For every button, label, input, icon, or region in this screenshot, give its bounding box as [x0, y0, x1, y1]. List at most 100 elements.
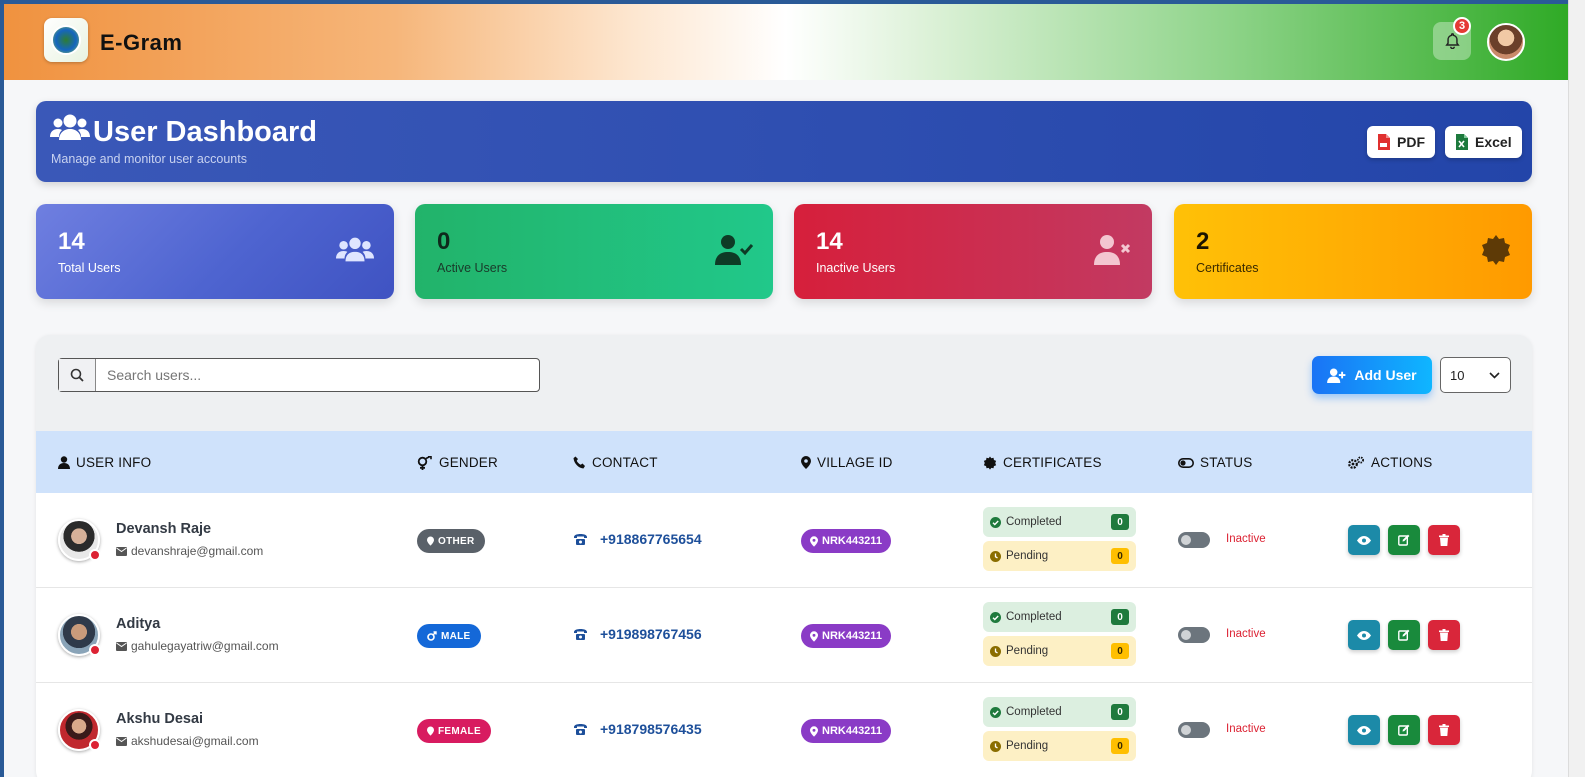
- phone-icon: [573, 456, 585, 469]
- map-pin-icon: [801, 456, 811, 469]
- gender-badge: MALE: [417, 624, 481, 648]
- contact-number: +918867765654: [600, 531, 702, 547]
- view-button[interactable]: [1348, 525, 1380, 555]
- clock-icon: [990, 740, 1001, 752]
- user-email: gahulegayatriw@gmail.com: [131, 639, 279, 653]
- edit-button[interactable]: [1388, 525, 1420, 555]
- view-button[interactable]: [1348, 620, 1380, 650]
- users-table-card: Add User 10 USER INFO GENDER CONTACT VIL…: [36, 335, 1532, 777]
- gender-icon: [417, 455, 432, 470]
- user-name[interactable]: Akshu Desai: [116, 711, 203, 727]
- window-scrollbar[interactable]: [1568, 0, 1585, 777]
- status-label: Inactive: [1226, 533, 1266, 545]
- pending-label: Pending: [1006, 740, 1049, 752]
- column-header-user-info[interactable]: USER INFO: [58, 455, 151, 470]
- column-header-contact[interactable]: CONTACT: [573, 455, 658, 470]
- user-name[interactable]: Aditya: [116, 616, 160, 632]
- trash-icon: [1439, 534, 1449, 546]
- edit-icon: [1398, 724, 1410, 736]
- status-toggle[interactable]: [1178, 532, 1210, 548]
- male-symbol-icon: [427, 631, 437, 641]
- contact-link[interactable]: +919898767456: [573, 626, 702, 642]
- user-email-line: devanshraje@gmail.com: [116, 544, 263, 558]
- status-toggle[interactable]: [1178, 627, 1210, 643]
- contact-link[interactable]: +918798576435: [573, 721, 702, 737]
- column-label: VILLAGE ID: [817, 455, 893, 470]
- notification-badge: 3: [1453, 17, 1471, 35]
- user-check-icon: [715, 235, 753, 265]
- contact-link[interactable]: +918867765654: [573, 531, 702, 547]
- gender-badge: OTHER: [417, 529, 485, 553]
- village-id: NRK443211: [822, 535, 882, 547]
- edit-button[interactable]: [1388, 620, 1420, 650]
- profile-avatar[interactable]: [1487, 23, 1525, 61]
- stat-value: 14: [58, 228, 85, 255]
- map-pin-icon: [810, 725, 818, 737]
- offline-indicator: [89, 739, 101, 751]
- user-icon: [58, 456, 70, 469]
- envelope-icon: [116, 736, 127, 746]
- column-label: CONTACT: [592, 455, 658, 470]
- user-email: akshudesai@gmail.com: [131, 734, 259, 748]
- top-navbar: E-Gram 3: [4, 4, 1568, 80]
- column-header-actions[interactable]: ACTIONS: [1348, 455, 1432, 470]
- user-email: devanshraje@gmail.com: [131, 544, 264, 558]
- stat-value: 14: [816, 228, 843, 255]
- status-label: Inactive: [1226, 628, 1266, 640]
- users-icon: [336, 237, 374, 262]
- certificate-seal-icon: [983, 455, 997, 470]
- table-row: Aditya gahulegayatriw@gmail.com MALE +91…: [36, 588, 1532, 683]
- status-label: Inactive: [1226, 723, 1266, 735]
- gears-icon: [1348, 456, 1364, 469]
- per-page-select[interactable]: 10: [1440, 357, 1511, 393]
- stat-value: 0: [437, 228, 451, 255]
- column-header-village-id[interactable]: VILLAGE ID: [801, 455, 893, 470]
- completed-count: 0: [1111, 704, 1129, 720]
- check-circle-icon: [990, 611, 1001, 623]
- table-row: Devansh Raje devanshraje@gmail.com OTHER…: [36, 493, 1532, 588]
- gender-label: MALE: [441, 630, 471, 642]
- search-icon[interactable]: [59, 359, 96, 391]
- pending-certificates: Pending 0: [983, 731, 1136, 761]
- pending-certificates: Pending 0: [983, 636, 1136, 666]
- village-id-badge: NRK443211: [801, 719, 891, 743]
- edit-button[interactable]: [1388, 715, 1420, 745]
- delete-button[interactable]: [1428, 620, 1460, 650]
- pending-count: 0: [1111, 738, 1129, 754]
- view-button[interactable]: [1348, 715, 1380, 745]
- column-header-gender[interactable]: GENDER: [417, 455, 498, 470]
- add-user-label: Add User: [1354, 367, 1417, 383]
- status-toggle[interactable]: [1178, 722, 1210, 738]
- edit-icon: [1398, 629, 1410, 641]
- stat-label: Active Users: [437, 261, 508, 275]
- map-marker-icon: [427, 536, 434, 546]
- column-label: ACTIONS: [1371, 455, 1433, 470]
- village-id: NRK443211: [822, 725, 882, 737]
- telephone-icon: [574, 629, 587, 640]
- pending-label: Pending: [1006, 550, 1049, 562]
- delete-button[interactable]: [1428, 715, 1460, 745]
- edit-icon: [1398, 534, 1410, 546]
- brand-name[interactable]: E-Gram: [100, 30, 182, 56]
- delete-button[interactable]: [1428, 525, 1460, 555]
- user-plus-icon: [1327, 367, 1346, 383]
- column-header-status[interactable]: STATUS: [1178, 455, 1252, 470]
- clock-icon: [990, 550, 1001, 562]
- user-name[interactable]: Devansh Raje: [116, 521, 211, 537]
- search-input[interactable]: [96, 359, 539, 391]
- page-header-banner: User Dashboard Manage and monitor user a…: [36, 101, 1532, 182]
- app-logo[interactable]: [44, 18, 88, 62]
- add-user-button[interactable]: Add User: [1312, 356, 1432, 394]
- export-pdf-button[interactable]: PDF: [1367, 126, 1435, 158]
- toggle-icon: [1178, 457, 1194, 468]
- export-excel-button[interactable]: Excel: [1445, 126, 1522, 158]
- app-window: E-Gram 3 User Dashboard Manage and monit…: [4, 4, 1568, 777]
- eye-icon: [1357, 535, 1371, 545]
- pending-count: 0: [1111, 643, 1129, 659]
- column-header-certificates[interactable]: CERTIFICATES: [983, 455, 1102, 470]
- pdf-file-icon: [1378, 134, 1390, 150]
- clock-icon: [990, 645, 1001, 657]
- page-title: User Dashboard: [93, 116, 318, 148]
- stat-card-total-users: 14 Total Users: [36, 204, 394, 299]
- offline-indicator: [89, 644, 101, 656]
